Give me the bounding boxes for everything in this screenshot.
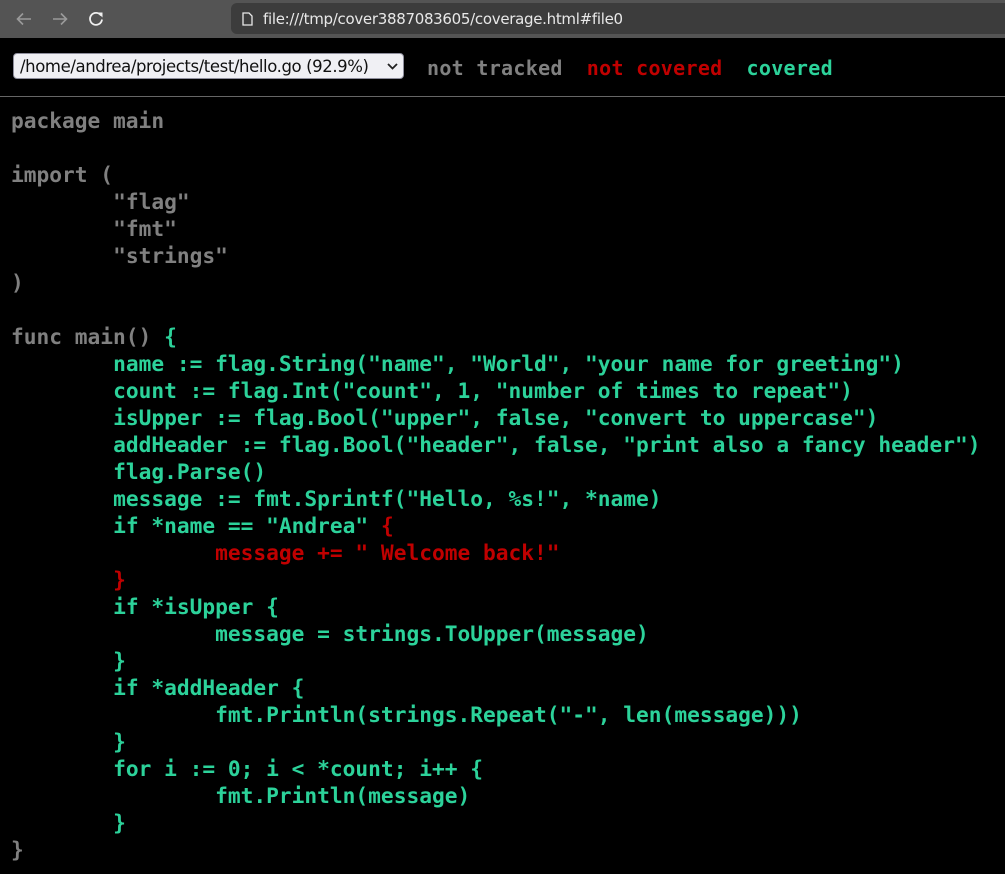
browser-toolbar: file:///tmp/cover3887083605/coverage.htm… xyxy=(0,0,1005,38)
code-line: count := flag.Int("count", 1, "number of… xyxy=(11,377,980,404)
reload-button[interactable] xyxy=(85,8,107,30)
code-line: "fmt" xyxy=(11,215,980,242)
covered-span: if *isUpper { xyxy=(11,594,279,619)
file-select-value: /home/andrea/projects/test/hello.go (92.… xyxy=(20,56,369,76)
code-line: name := flag.String("name", "World", "yo… xyxy=(11,350,980,377)
not-tracked-span: } xyxy=(11,837,24,862)
url-text[interactable]: file:///tmp/cover3887083605/coverage.htm… xyxy=(263,10,623,28)
not-tracked-span: "flag" xyxy=(11,189,190,214)
file-select[interactable]: /home/andrea/projects/test/hello.go (92.… xyxy=(13,53,404,79)
covered-span: if *addHeader { xyxy=(11,675,305,700)
not-tracked-span: ) xyxy=(11,270,24,295)
address-bar[interactable]: file:///tmp/cover3887083605/coverage.htm… xyxy=(231,3,1005,34)
code-line: isUpper := flag.Bool("upper", false, "co… xyxy=(11,404,980,431)
code-line: fmt.Println(message) xyxy=(11,782,980,809)
code-line: for i := 0; i < *count; i++ { xyxy=(11,755,980,782)
not-tracked-span: import ( xyxy=(11,162,114,187)
coverage-topbar: /home/andrea/projects/test/hello.go (92.… xyxy=(0,38,1005,97)
code-line: if *addHeader { xyxy=(11,674,980,701)
covered-span: name := flag.String("name", "World", "yo… xyxy=(11,351,904,376)
covered-span: fmt.Println(strings.Repeat("-", len(mess… xyxy=(11,702,802,727)
legend-covered: covered xyxy=(746,56,833,80)
code-line: message = strings.ToUpper(message) xyxy=(11,620,980,647)
code-line: ) xyxy=(11,269,980,296)
code-line: package main xyxy=(11,107,980,134)
covered-span: } xyxy=(11,729,126,754)
back-arrow-icon xyxy=(16,12,31,26)
covered-span: message = strings.ToUpper(message) xyxy=(11,621,649,646)
code-line: } xyxy=(11,728,980,755)
code-line: addHeader := flag.Bool("header", false, … xyxy=(11,431,980,458)
code-line: } xyxy=(11,809,980,836)
legend: not tracked not covered covered xyxy=(427,56,857,80)
back-button[interactable] xyxy=(13,8,35,30)
code-line: import ( xyxy=(11,161,980,188)
code-line: } xyxy=(11,647,980,674)
page-icon xyxy=(242,11,253,26)
code-line: fmt.Println(strings.Repeat("-", len(mess… xyxy=(11,701,980,728)
code-line: "strings" xyxy=(11,242,980,269)
covered-span: flag.Parse() xyxy=(11,459,267,484)
not-covered-span: message += " Welcome back!" xyxy=(11,540,560,565)
forward-arrow-icon xyxy=(53,12,68,26)
covered-span: count := flag.Int("count", 1, "number of… xyxy=(11,378,853,403)
covered-span: isUpper := flag.Bool("upper", false, "co… xyxy=(11,405,879,430)
chevron-down-icon xyxy=(381,62,403,70)
code-line: "flag" xyxy=(11,188,980,215)
forward-button[interactable] xyxy=(49,8,71,30)
covered-span: } xyxy=(11,810,126,835)
covered-span: fmt.Println(message) xyxy=(11,783,471,808)
code-line: if *isUpper { xyxy=(11,593,980,620)
code-line: func main() { xyxy=(11,323,980,350)
covered-span: for i := 0; i < *count; i++ { xyxy=(11,756,483,781)
covered-span: message := fmt.Sprintf("Hello, %s!", *na… xyxy=(11,486,662,511)
code-line: flag.Parse() xyxy=(11,458,980,485)
not-tracked-span: package main xyxy=(11,108,165,133)
code-line: } xyxy=(11,836,980,863)
source-code: package main import ( "flag" "fmt" "strin… xyxy=(11,107,980,863)
covered-span: { xyxy=(164,324,177,349)
not-tracked-span: func main() xyxy=(11,324,165,349)
reload-icon xyxy=(89,11,103,26)
covered-span: addHeader := flag.Bool("header", false, … xyxy=(11,432,981,457)
not-tracked-span: "strings" xyxy=(11,243,228,268)
not-tracked-span: "fmt" xyxy=(11,216,177,241)
covered-span: if *name == "Andrea" xyxy=(11,513,381,538)
legend-not-covered: not covered xyxy=(586,56,723,80)
code-line: if *name == "Andrea" { xyxy=(11,512,980,539)
covered-span: } xyxy=(11,648,126,673)
legend-not-tracked: not tracked xyxy=(427,56,563,80)
not-covered-span: { xyxy=(380,513,394,538)
code-line: message := fmt.Sprintf("Hello, %s!", *na… xyxy=(11,485,980,512)
not-covered-span: } xyxy=(11,567,126,592)
code-line: } xyxy=(11,566,980,593)
code-line: message += " Welcome back!" xyxy=(11,539,980,566)
